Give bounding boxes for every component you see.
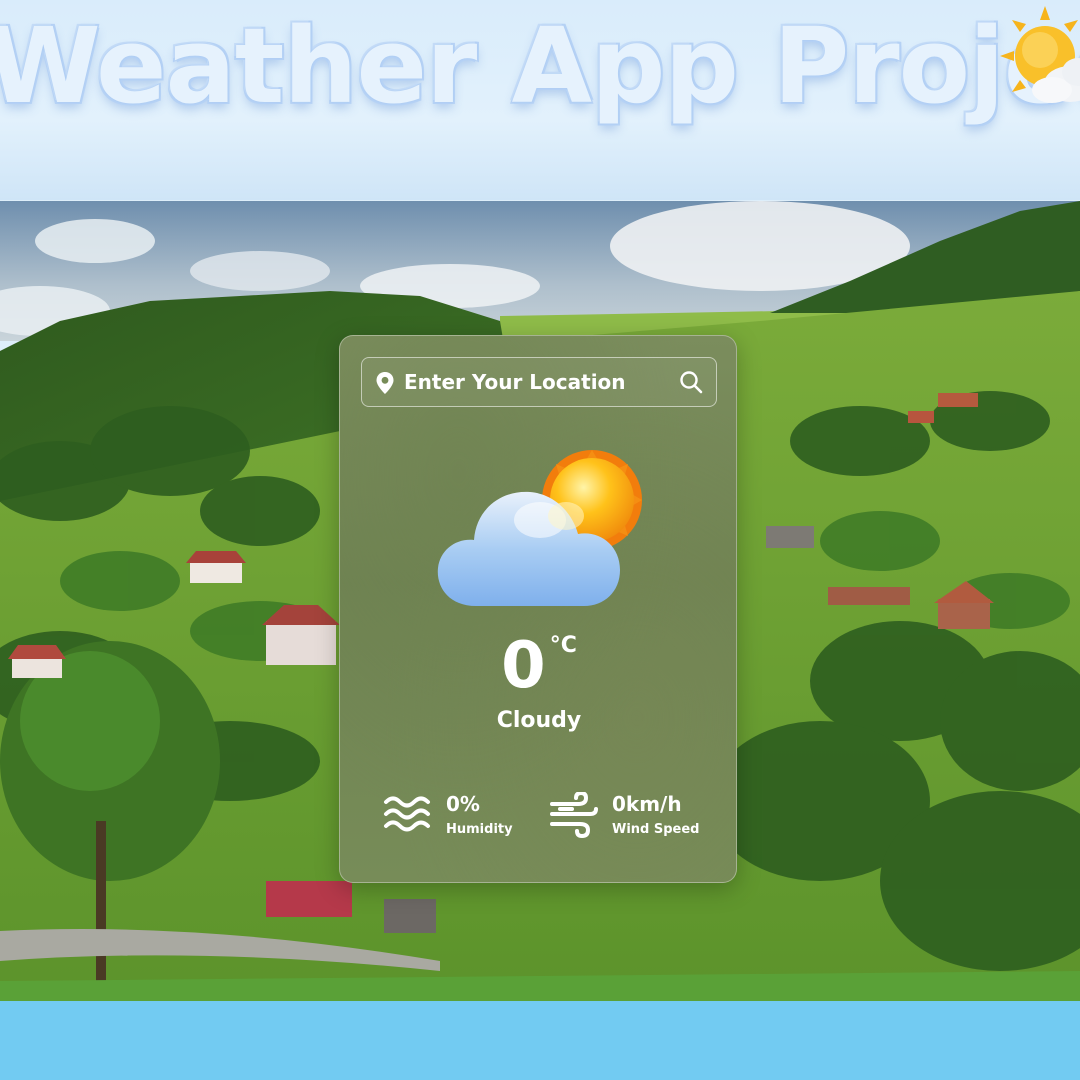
temperature-display: 0 °C — [340, 626, 736, 706]
humidity-stat: 0% Humidity — [382, 788, 542, 848]
humidity-waves-icon — [384, 796, 430, 832]
wind-icon — [550, 792, 598, 839]
wind-label: Wind Speed — [612, 822, 700, 837]
banner-title: Weather App Project — [0, 5, 1080, 127]
humidity-value: 0% — [446, 792, 480, 816]
wind-stat: 0km/h Wind Speed — [548, 788, 728, 848]
temperature-unit: °C — [549, 633, 577, 658]
banner: Weather App Project — [0, 0, 1080, 200]
temperature-value: 0 — [501, 629, 546, 703]
weather-card: 0°C Cloudy 0% Humidity 0km/h Wind Speed — [339, 335, 737, 883]
location-pin-icon — [376, 372, 394, 394]
search-icon[interactable] — [679, 370, 703, 394]
wind-value: 0km/h — [612, 792, 682, 816]
humidity-label: Humidity — [446, 822, 513, 837]
weather-condition: Cloudy — [496, 708, 582, 733]
search-box — [361, 357, 717, 407]
cloud-sun-icon — [437, 450, 642, 606]
bottom-bar — [0, 1001, 1080, 1080]
location-search-input[interactable] — [404, 358, 674, 405]
sun-behind-cloud-icon — [1000, 6, 1080, 103]
